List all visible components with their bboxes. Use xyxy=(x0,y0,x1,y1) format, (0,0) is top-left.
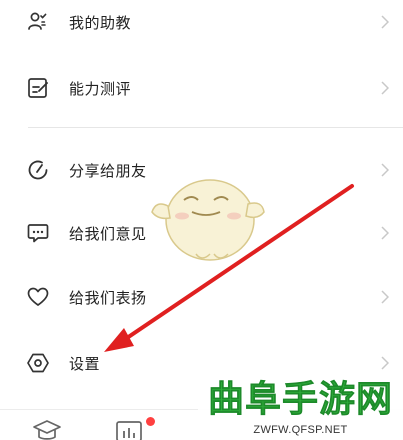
menu-item-label: 分享给朋友 xyxy=(69,161,147,180)
menu-item-label: 给我们意见 xyxy=(69,224,147,243)
menu-item-label: 能力测评 xyxy=(69,79,132,98)
graduation-cap-icon xyxy=(32,420,62,440)
menu-item-label: 给我们表扬 xyxy=(69,288,147,307)
chevron-right-icon xyxy=(380,14,390,30)
menu-item-share-friends[interactable]: 分享给朋友 xyxy=(0,142,403,198)
assistant-person-icon xyxy=(26,10,50,34)
watermark-logo: 曲阜手游网 ZWFW.QFSP.NET xyxy=(198,374,403,440)
chevron-right-icon xyxy=(380,80,390,96)
menu-item-praise[interactable]: 给我们表扬 xyxy=(0,269,403,325)
menu-item-label: 设置 xyxy=(69,354,101,373)
edit-note-icon xyxy=(26,76,50,100)
menu-item-feedback[interactable]: 给我们意见 xyxy=(0,205,403,261)
menu-item-label: 我的助教 xyxy=(69,13,132,32)
notification-badge-dot xyxy=(146,417,155,426)
share-refresh-icon xyxy=(26,158,50,182)
section-divider xyxy=(28,127,403,128)
watermark-title: 曲阜手游网 xyxy=(207,378,393,421)
chevron-right-icon xyxy=(380,225,390,241)
chevron-right-icon xyxy=(380,289,390,305)
hexagon-settings-icon xyxy=(26,351,50,375)
stats-bars-icon xyxy=(115,421,145,440)
chevron-right-icon xyxy=(380,162,390,178)
heart-icon xyxy=(26,285,50,309)
menu-item-my-assistant[interactable]: 我的助教 xyxy=(0,0,403,50)
watermark-url: ZWFW.QFSP.NET xyxy=(253,424,348,436)
chat-bubble-icon xyxy=(26,221,50,245)
menu-item-ability-test[interactable]: 能力测评 xyxy=(0,60,403,116)
tab-learn[interactable] xyxy=(32,418,62,440)
tab-stats[interactable] xyxy=(115,420,145,440)
chevron-right-icon xyxy=(380,355,390,371)
